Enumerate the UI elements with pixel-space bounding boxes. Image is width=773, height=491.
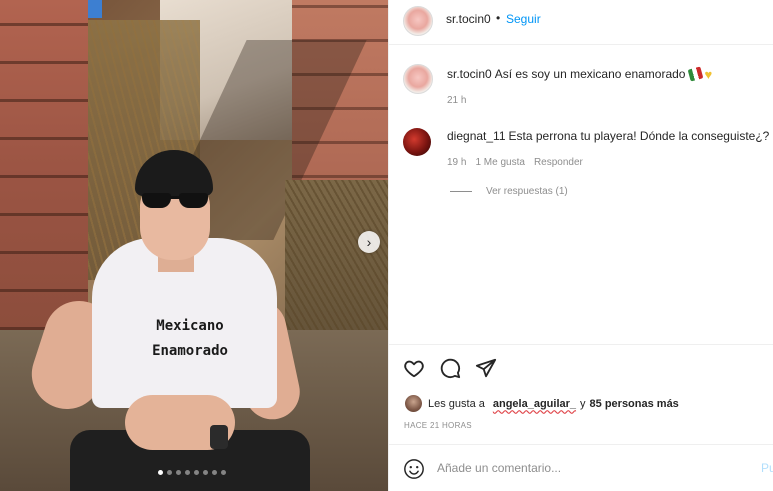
reply-button[interactable]: Responder	[534, 157, 583, 168]
brick-wall-left	[0, 0, 88, 330]
comments-section: sr.tocin0 Así es soy un mexicano enamorad…	[389, 46, 773, 344]
carousel-dot	[176, 470, 181, 475]
mexico-flag-icon	[688, 66, 704, 82]
caption-time[interactable]: 21 h	[447, 95, 466, 106]
shirt-print: Mexicano Enamorado	[140, 314, 240, 364]
comment-meta: 19 h 1 Me gusta Responder	[447, 157, 583, 168]
carousel-next-button[interactable]: ›	[358, 231, 380, 253]
liker-avatar[interactable]	[405, 395, 422, 412]
follow-button[interactable]: Seguir	[506, 12, 541, 26]
replies-line	[450, 191, 472, 192]
post-header: sr.tocin0 • Seguir	[389, 0, 773, 45]
view-replies-button[interactable]: Ver respuestas (1)	[450, 186, 568, 197]
add-comment-bar: Pu	[389, 444, 773, 491]
likes-others[interactable]: 85 personas más	[590, 398, 679, 410]
caption: sr.tocin0 Así es soy un mexicano enamorad…	[447, 66, 713, 82]
separator-dot: •	[496, 11, 501, 25]
post-actions: Les gusta a angela_aguilar_ y 85 persona…	[389, 344, 773, 444]
post-image[interactable]: Mexicano Enamorado ›	[0, 0, 388, 491]
likes-connector: y	[580, 397, 586, 410]
caption-text: Así es soy un mexicano enamorado	[494, 67, 686, 81]
carousel-dots	[158, 470, 226, 475]
carousel-dot	[221, 470, 226, 475]
author-username[interactable]: sr.tocin0	[446, 12, 491, 26]
publish-button[interactable]: Pu	[761, 461, 773, 475]
caption-avatar[interactable]	[403, 64, 433, 94]
carousel-dot	[167, 470, 172, 475]
author-avatar[interactable]	[403, 6, 433, 36]
comment-text: Esta perrona tu playera! Dónde la conseg…	[508, 129, 770, 143]
commenter-avatar[interactable]	[403, 128, 431, 156]
heart-icon[interactable]	[403, 357, 425, 379]
yellow-heart-icon: ♥	[704, 67, 713, 82]
carousel-dot	[194, 470, 199, 475]
comment: diegnat_11 Esta perrona tu playera! Dónde…	[447, 129, 769, 143]
carousel-dot	[212, 470, 217, 475]
shirt-print-line-2: Enamorado	[152, 343, 228, 359]
comment-icon[interactable]	[439, 357, 461, 379]
caption-username[interactable]: sr.tocin0	[447, 67, 492, 81]
wristwatch	[210, 425, 228, 449]
chevron-right-icon: ›	[366, 234, 372, 250]
comment-time[interactable]: 19 h	[447, 157, 466, 168]
comment-username[interactable]: diegnat_11	[447, 129, 506, 143]
likes-summary: Les gusta a angela_aguilar_ y 85 persona…	[405, 395, 679, 412]
share-icon[interactable]	[475, 357, 497, 379]
comment-input[interactable]	[437, 458, 747, 478]
shirt-print-line-1: Mexicano	[156, 318, 224, 334]
sunglasses	[141, 193, 209, 209]
comment-likes[interactable]: 1 Me gusta	[475, 157, 524, 168]
post-side-panel: sr.tocin0 • Seguir sr.tocin0 Así es soy u…	[388, 0, 773, 491]
posted-time[interactable]: HACE 21 HORAS	[404, 421, 472, 430]
likes-prefix: Les gusta a	[428, 397, 485, 410]
emoji-icon[interactable]	[403, 458, 425, 480]
carousel-dot	[203, 470, 208, 475]
liker-username[interactable]: angela_aguilar_	[493, 398, 576, 410]
view-replies-label: Ver respuestas (1)	[486, 186, 568, 197]
carousel-dot	[158, 470, 163, 475]
carousel-dot	[185, 470, 190, 475]
